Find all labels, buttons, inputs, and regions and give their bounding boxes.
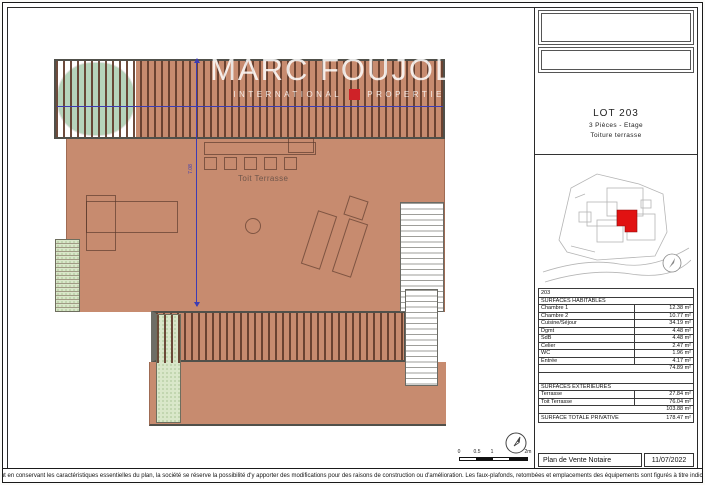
round-table [245,218,261,234]
table-row: Celier 2.47 m² [539,342,693,350]
chair [264,157,277,170]
sofa-section-horizontal [86,201,178,233]
pergola-bottom-band [151,311,406,362]
surfaces-table: 203 SURFACES HABITABLES Chambre 1 12.38 … [538,288,694,423]
row-label: Dgmt [539,328,635,335]
planter-slats-overlay [157,315,180,363]
row-value: 4.48 m² [635,335,693,342]
plan-sheet: 7.08 Toit Terrasse MARC FOUJOLS INTERNAT… [2,2,703,483]
brand-name: MARC FOUJOLS [191,54,496,86]
lot-number-title: LOT 203 [535,108,697,119]
document-date: 11/07/2022 [644,453,694,467]
scale-segment [492,457,510,461]
scale-tick-label: 0 [458,449,461,455]
brand-word-properties: PROPERTIES [367,90,453,99]
table-row: Chambre 1 12.38 m² [539,304,693,312]
planter-left [55,239,80,312]
title-divider [535,154,697,155]
table-row: Entrée 4.17 m² [539,357,693,365]
brand-red-square-icon [349,89,360,100]
scale-tick-label: 1 [491,449,494,455]
table-section-header: SURFACES EXTERIEURES [539,383,693,391]
site-plan [541,160,691,284]
chair [244,157,257,170]
side-table [288,138,314,153]
row-label: Chambre 2 [539,313,635,320]
lot-roof: Toiture terrasse [535,132,697,139]
scale-segment [459,457,477,461]
table-row: Chambre 2 10.77 m² [539,312,693,320]
room-label: Toit Terrasse [238,174,288,183]
dimension-value: 7.08 [188,164,194,174]
scale-segment [510,457,528,461]
table-total-row: SURFACE TOTALE PRIVATIVE 178.47 m² [539,413,693,422]
table-section-header: SURFACES HABITABLES [539,297,693,305]
disclaimer-text: Tout en conservant les caractéristiques … [2,473,703,479]
row-value: 2.47 m² [635,343,693,350]
table-subtotal-row: 74.89 m² [539,364,693,372]
table-row: Toit Terrasse 76.04 m² [539,398,693,406]
row-label: Entrée [539,358,635,365]
table-row: Terrasse 27.84 m² [539,390,693,398]
staircase-lower [405,289,438,386]
brand-subtitle: INTERNATIONAL PROPERTIES [191,89,496,100]
scale-tick-label: 0.5 [474,449,481,455]
brand-word-international: INTERNATIONAL [233,90,342,99]
table-row-lot: 203 [539,289,693,297]
chair [204,157,217,170]
table-subtotal-row: 103.88 m² [539,405,693,413]
planter-bottom [156,314,181,423]
cartouche-box-2 [538,47,694,73]
row-value: 34.19 m² [635,320,693,327]
row-value: 27.84 m² [635,391,693,398]
row-value: 10.77 m² [635,313,693,320]
title-block-panel: LOT 203 3 Pièces - Etage Toiture terrass… [534,7,698,471]
row-value: 76.04 m² [635,399,693,406]
total-value: 178.47 m² [635,414,693,422]
lot-title-block: LOT 203 3 Pièces - Etage Toiture terrass… [535,108,697,139]
document-footer-row: Plan de Vente Notaire 11/07/2022 [538,453,694,467]
lot-location-marker [617,210,637,232]
cartouche-box-2-inner [541,50,691,70]
row-value: 4.48 m² [635,328,693,335]
lot-type: 3 Pièces - Etage [535,122,697,129]
row-label: Terrasse [539,391,635,398]
total-label: SURFACE TOTALE PRIVATIVE [539,414,635,422]
north-arrow-icon [505,432,527,454]
table-row: Cuisine/Séjour 34.19 m² [539,319,693,327]
floor-plan-drawing: 7.08 Toit Terrasse MARC FOUJOLS INTERNAT… [7,7,535,471]
row-value: 1.96 m² [635,350,693,357]
row-label: WC [539,350,635,357]
brand-watermark: MARC FOUJOLS INTERNATIONAL PROPERTIES [191,54,496,100]
habitables-header: SURFACES HABITABLES [539,298,693,305]
document-title: Plan de Vente Notaire [538,453,642,467]
chair [284,157,297,170]
cartouche-box-1 [538,10,694,45]
pergola-slats [156,313,404,360]
cartouche-box-1-inner [541,13,691,42]
dimension-arrow-down-icon [194,302,200,307]
row-value: 12.38 m² [635,305,693,312]
table-spacer-row [539,372,693,383]
row-label: Toit Terrasse [539,399,635,406]
exterieures-header: SURFACES EXTERIEURES [539,384,693,391]
row-label: Cuisine/Séjour [539,320,635,327]
chair [224,157,237,170]
row-label: SdB [539,335,635,342]
row-label: Celier [539,343,635,350]
habitables-subtotal: 74.89 m² [539,365,693,372]
scale-segment [477,457,492,461]
dimension-line-horizontal [57,106,443,107]
disclaimer-bar: Tout en conservant les caractéristiques … [2,468,703,483]
table-row: Dgmt 4.48 m² [539,327,693,335]
row-value: 4.17 m² [635,358,693,365]
table-row: WC 1.96 m² [539,349,693,357]
lot-number-cell: 203 [539,289,693,297]
lower-terrace-area [149,362,446,426]
table-row: SdB 4.48 m² [539,334,693,342]
exterieures-subtotal: 103.88 m² [539,406,693,413]
row-label: Chambre 1 [539,305,635,312]
